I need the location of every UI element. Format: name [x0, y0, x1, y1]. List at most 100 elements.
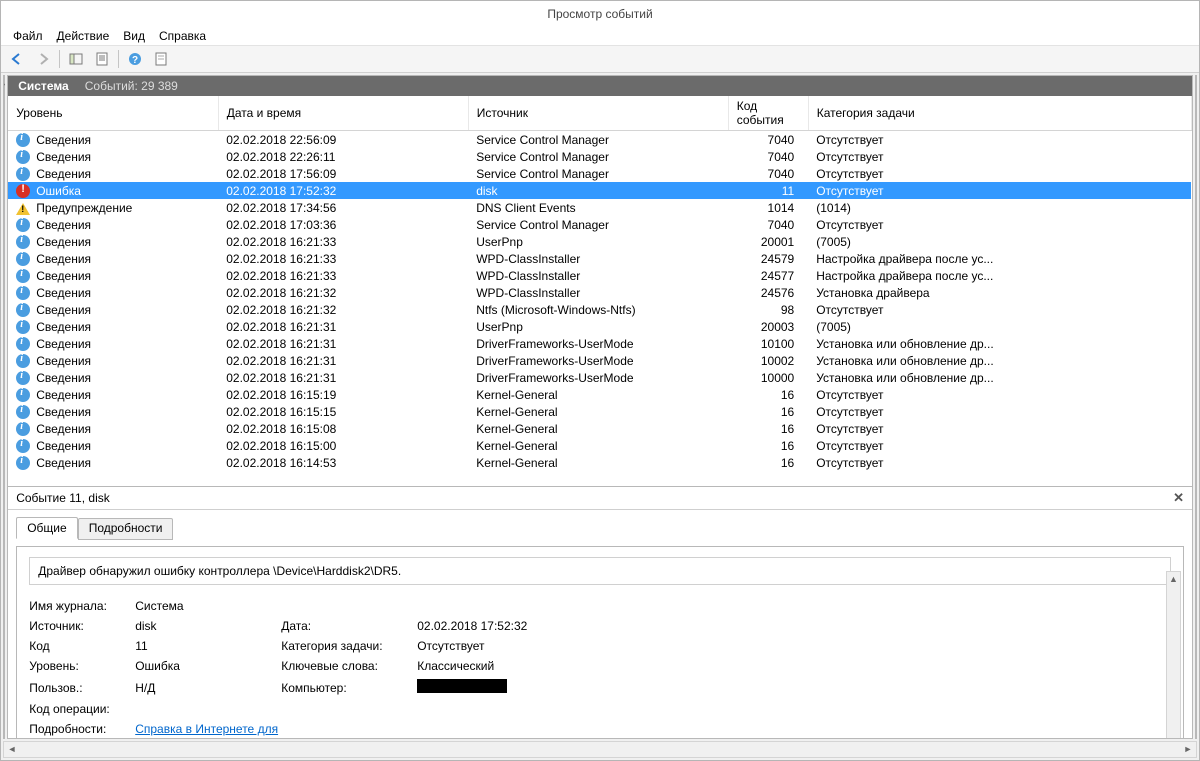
value-user: Н/Д [135, 681, 275, 695]
action-filter-icon[interactable] [1195, 240, 1197, 254]
cell-task: Отсутствует [808, 182, 1191, 199]
table-row[interactable]: Сведения02.02.2018 16:21:33WPD-ClassInst… [8, 250, 1191, 267]
cell-source: WPD-ClassInstaller [468, 250, 728, 267]
cell-source: DriverFrameworks-UserMode [468, 335, 728, 352]
cell-eventid: 24579 [728, 250, 808, 267]
cell-level: Сведения [36, 150, 91, 164]
cell-level: Ошибка [36, 184, 81, 198]
cell-source: Ntfs (Microsoft-Windows-Ntfs) [468, 301, 728, 318]
table-row[interactable]: Сведения02.02.2018 16:14:53Kernel-Genera… [8, 454, 1191, 471]
col-source[interactable]: Источник [468, 96, 728, 131]
table-row[interactable]: Сведения02.02.2018 16:15:19Kernel-Genera… [8, 386, 1191, 403]
action-properties-icon[interactable] [1195, 266, 1197, 280]
action-createview-icon[interactable] [1195, 162, 1197, 176]
table-row[interactable]: Сведения02.02.2018 16:21:31DriverFramewo… [8, 369, 1191, 386]
log-name: Система [8, 79, 79, 93]
table-row[interactable]: Сведения02.02.2018 22:56:09Service Contr… [8, 131, 1191, 149]
cell-source: Kernel-General [468, 437, 728, 454]
table-row[interactable]: Сведения02.02.2018 16:21:32WPD-ClassInst… [8, 284, 1191, 301]
close-icon[interactable]: ✕ [1173, 490, 1184, 506]
menu-view[interactable]: Вид [117, 27, 151, 45]
action-eventprops-icon[interactable] [1195, 451, 1197, 465]
nav-forward-button[interactable] [31, 47, 55, 71]
action-import-icon[interactable] [1195, 188, 1197, 202]
properties-button[interactable] [90, 47, 114, 71]
label-keywords: Ключевые слова: [281, 659, 411, 673]
table-row[interactable]: Сведения02.02.2018 16:15:15Kernel-Genera… [8, 403, 1191, 420]
action-attach-icon[interactable] [1195, 344, 1197, 358]
action-save2-icon[interactable] [1195, 529, 1197, 543]
action-attach2-icon[interactable] [1195, 477, 1197, 491]
table-row[interactable]: Сведения02.02.2018 17:56:09Service Contr… [8, 165, 1191, 182]
moreinfo-link[interactable]: Справка в Интернете для [135, 722, 278, 736]
col-task[interactable]: Категория задачи [808, 96, 1191, 131]
cell-date: 02.02.2018 17:56:09 [218, 165, 468, 182]
cell-eventid: 7040 [728, 131, 808, 149]
cell-source: WPD-ClassInstaller [468, 267, 728, 284]
cell-date: 02.02.2018 16:15:19 [218, 386, 468, 403]
help-button[interactable]: ? [123, 47, 147, 71]
action-help-icon[interactable]: ? [1195, 396, 1197, 410]
horizontal-scrollbar[interactable]: ◄► [3, 741, 1197, 758]
table-row[interactable]: Сведения02.02.2018 22:26:11Service Contr… [8, 148, 1191, 165]
nav-back-button[interactable] [5, 47, 29, 71]
action-copy-icon[interactable] [1195, 503, 1197, 517]
label-taskcat: Категория задачи: [281, 639, 411, 653]
detail-header: Событие 11, disk ✕ [8, 487, 1192, 510]
cell-task: Отсутствует [808, 131, 1191, 149]
table-row[interactable]: Сведения02.02.2018 17:03:36Service Contr… [8, 216, 1191, 233]
col-level[interactable]: Уровень [8, 96, 218, 131]
cell-level: Сведения [36, 320, 91, 334]
table-row[interactable]: Сведения02.02.2018 16:21:31DriverFramewo… [8, 352, 1191, 369]
toolbar-separator [59, 50, 60, 68]
action-find-icon[interactable] [1195, 292, 1197, 306]
tab-general[interactable]: Общие [16, 517, 77, 539]
table-row[interactable]: Предупреждение02.02.2018 17:34:56DNS Cli… [8, 199, 1191, 216]
detail-pane: Событие 11, disk ✕ Общие Подробности Дра… [8, 487, 1192, 737]
menu-file[interactable]: Файл [7, 27, 49, 45]
cell-source: Service Control Manager [468, 131, 728, 149]
col-eventid[interactable]: Код события [728, 96, 808, 131]
table-row[interactable]: Сведения02.02.2018 16:21:32Ntfs (Microso… [8, 301, 1191, 318]
col-date[interactable]: Дата и время [218, 96, 468, 131]
cell-task: Отсутствует [808, 386, 1191, 403]
table-row[interactable]: Сведения02.02.2018 16:15:08Kernel-Genera… [8, 420, 1191, 437]
action-save-icon[interactable] [1195, 318, 1197, 332]
actions-pane: Де Си ? Со [1195, 75, 1197, 738]
tab-details[interactable]: Подробности [78, 518, 174, 540]
cell-eventid: 98 [728, 301, 808, 318]
table-row[interactable]: Сведения02.02.2018 16:21:33UserPnp20001(… [8, 233, 1191, 250]
table-row[interactable]: Сведения02.02.2018 16:21:31DriverFramewo… [8, 335, 1191, 352]
action-open-icon[interactable] [1195, 136, 1197, 150]
action-clear-icon[interactable] [1195, 214, 1197, 228]
event-message: Драйвер обнаружил ошибку контроллера \De… [29, 557, 1171, 585]
cell-source: Kernel-General [468, 454, 728, 471]
cell-date: 02.02.2018 16:21:32 [218, 301, 468, 318]
action-refresh-icon[interactable] [1195, 370, 1197, 384]
cell-task: (7005) [808, 318, 1191, 335]
value-logname: Система [135, 599, 275, 613]
menu-action[interactable]: Действие [51, 27, 116, 45]
table-row[interactable]: Ошибка02.02.2018 17:52:32disk11Отсутству… [8, 182, 1191, 199]
info-icon [16, 167, 30, 181]
cell-level: Предупреждение [36, 201, 132, 215]
value-code: 11 [135, 639, 275, 653]
table-row[interactable]: Сведения02.02.2018 16:21:33WPD-ClassInst… [8, 267, 1191, 284]
cell-eventid: 1014 [728, 199, 808, 216]
cell-task: Отсутствует [808, 437, 1191, 454]
cell-source: DNS Client Events [468, 199, 728, 216]
table-row[interactable]: Сведения02.02.2018 16:15:00Kernel-Genera… [8, 437, 1191, 454]
center-pane: Система Событий: 29 389 Уровень Дата и в… [7, 75, 1193, 738]
cell-eventid: 24576 [728, 284, 808, 301]
detail-scrollbar[interactable]: ▲▼ [1166, 571, 1181, 737]
show-tree-button[interactable] [64, 47, 88, 71]
toolbar-separator [118, 50, 119, 68]
cell-level: Сведения [36, 388, 91, 402]
cell-eventid: 16 [728, 454, 808, 471]
cell-level: Сведения [36, 252, 91, 266]
event-list[interactable]: Уровень Дата и время Источник Код событи… [8, 96, 1192, 487]
table-row[interactable]: Сведения02.02.2018 16:21:31UserPnp20003(… [8, 318, 1191, 335]
find-button[interactable] [149, 47, 173, 71]
cell-task: (7005) [808, 233, 1191, 250]
menu-help[interactable]: Справка [153, 27, 212, 45]
